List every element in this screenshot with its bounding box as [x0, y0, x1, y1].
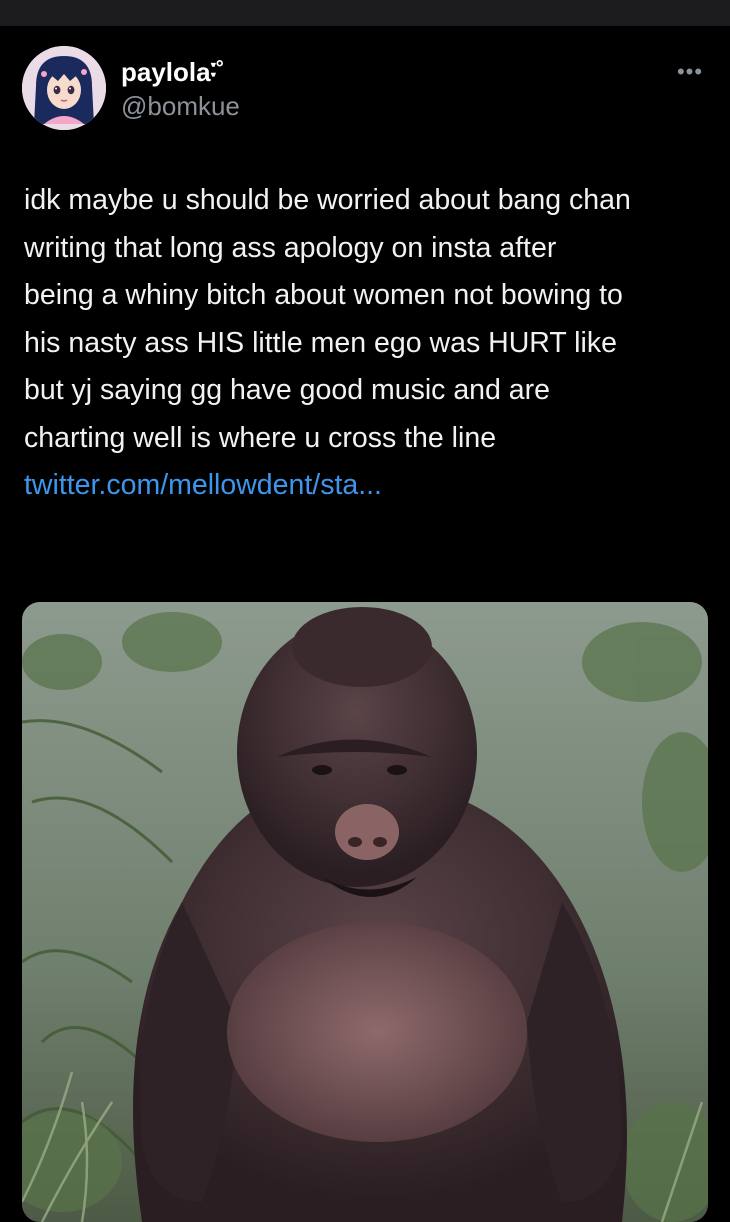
avatar[interactable]	[22, 46, 106, 130]
author-display-name[interactable]: paylola࿒˚	[121, 56, 225, 88]
tweet-text-line: his nasty ass HIS little men ego was HUR…	[24, 326, 617, 359]
more-horizontal-icon[interactable]: •••	[670, 60, 710, 84]
tweet-text-line: writing that long ass apology on insta a…	[24, 231, 557, 264]
tweet-text-line: being a whiny bitch about women not bowi…	[24, 279, 623, 311]
tweet-media-image[interactable]	[22, 602, 708, 1222]
author-handle[interactable]: @bomkue	[121, 90, 240, 122]
tweet-text-line: charting well is where u cross the line	[24, 421, 497, 454]
quoted-tweet-link[interactable]: twitter.com/mellowdent/sta...	[24, 462, 714, 510]
tweet-text-line: but yj saying gg have good music and are	[24, 374, 550, 406]
status-bar-strip	[0, 0, 730, 26]
tweet-text-line: idk maybe u should be worried about bang…	[24, 184, 631, 216]
tweet-text: idk maybe u should be worried about bang…	[24, 177, 714, 510]
